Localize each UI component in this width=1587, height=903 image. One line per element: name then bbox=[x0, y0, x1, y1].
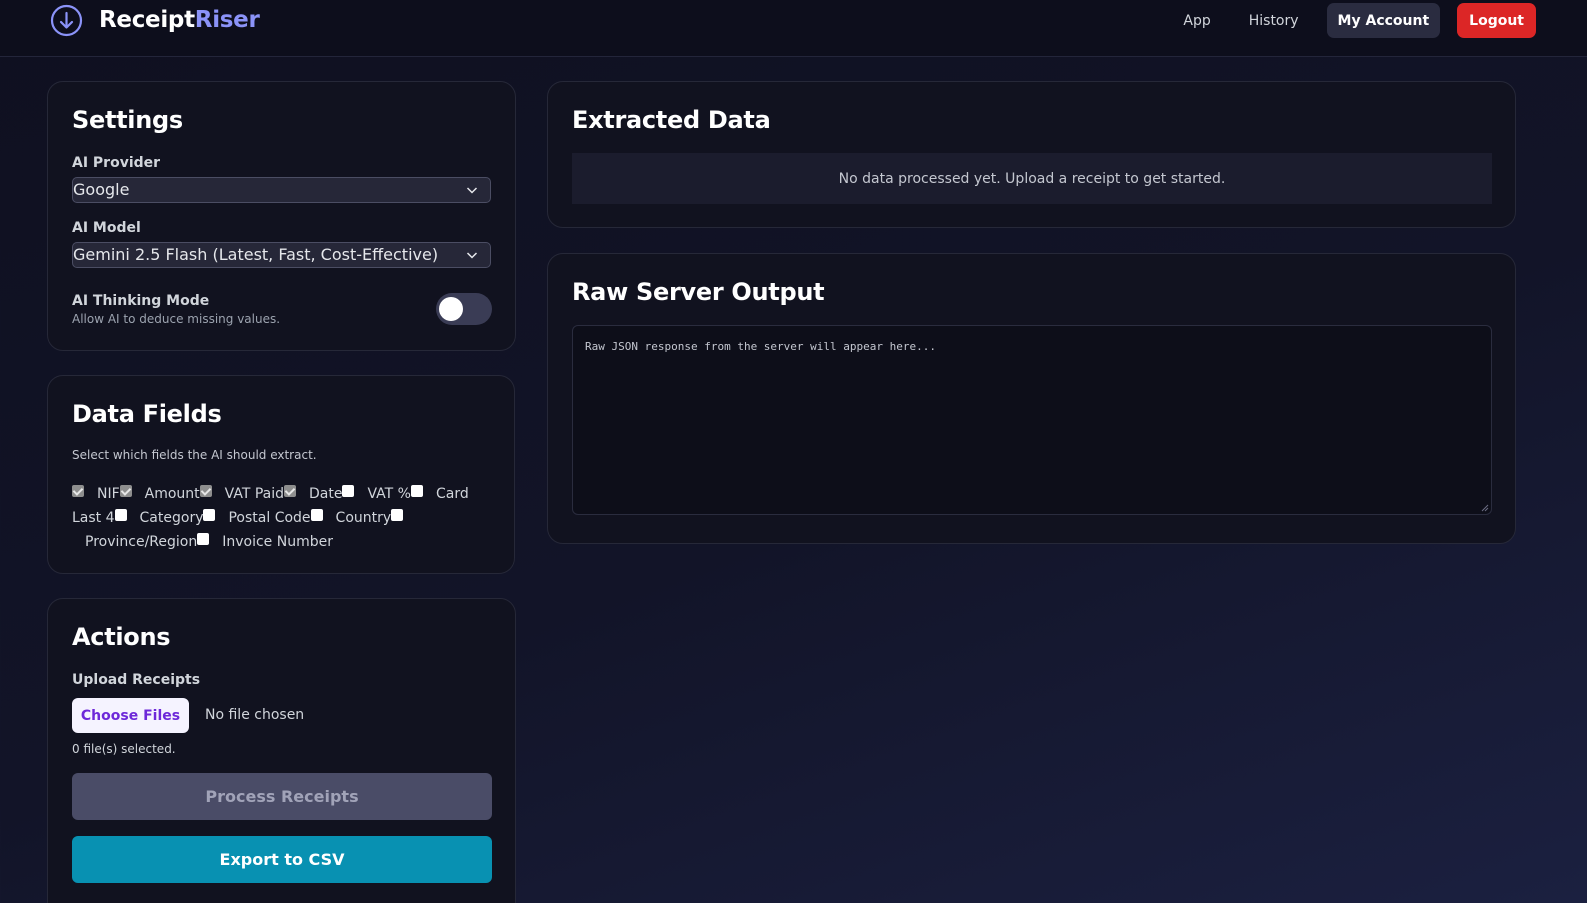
checkbox-vat-paid[interactable] bbox=[199, 485, 212, 497]
checkbox-vat-percent[interactable] bbox=[342, 485, 355, 497]
field-label: VAT Paid bbox=[224, 486, 285, 502]
field-label: Amount bbox=[144, 486, 200, 502]
thinking-mode-label: AI Thinking Mode bbox=[72, 293, 210, 309]
field-label: Date bbox=[309, 486, 343, 502]
field-label: Invoice Number bbox=[222, 534, 333, 550]
nav-history-link[interactable]: History bbox=[1249, 13, 1299, 29]
resize-handle-icon[interactable] bbox=[1481, 504, 1489, 512]
raw-output-textarea[interactable]: Raw JSON response from the server will a… bbox=[572, 325, 1492, 515]
field-label: Postal Code bbox=[228, 510, 311, 526]
data-fields-title: Data Fields bbox=[72, 400, 222, 428]
no-file-text: No file chosen bbox=[205, 707, 305, 723]
extracted-empty-state: No data processed yet. Upload a receipt … bbox=[572, 153, 1492, 204]
chevron-down-icon bbox=[466, 252, 478, 259]
field-label: Country bbox=[335, 510, 392, 526]
field-checkbox-list: NIF Amount VAT Paid Date VAT % Card Last 4 Cat… bbox=[72, 482, 472, 554]
nav-links: App History My Account Logout bbox=[1183, 3, 1536, 38]
field-label: Province/Region bbox=[85, 534, 198, 550]
choose-files-button[interactable]: Choose Files bbox=[72, 698, 189, 733]
ai-model-value: Gemini 2.5 Flash (Latest, Fast, Cost-Eff… bbox=[73, 245, 439, 264]
export-csv-button[interactable]: Export to CSV bbox=[72, 836, 492, 883]
chevron-down-icon bbox=[466, 187, 478, 194]
settings-title: Settings bbox=[72, 106, 183, 134]
raw-output-placeholder: Raw JSON response from the server will a… bbox=[585, 340, 936, 353]
settings-card: Settings AI Provider Google AI Model Gem… bbox=[47, 81, 516, 351]
checkbox-date[interactable] bbox=[284, 485, 297, 497]
toggle-knob bbox=[439, 297, 463, 321]
ai-provider-value: Google bbox=[73, 180, 130, 199]
data-fields-hint: Select which fields the AI should extrac… bbox=[72, 448, 317, 462]
checkbox-amount[interactable] bbox=[119, 485, 132, 497]
field-label: Category bbox=[139, 510, 204, 526]
my-account-button[interactable]: My Account bbox=[1326, 3, 1441, 38]
thinking-mode-toggle[interactable] bbox=[436, 293, 492, 325]
actions-card: Actions Upload Receipts Choose Files No … bbox=[47, 598, 516, 903]
top-nav-bar: ReceiptRiser App History My Account Logo… bbox=[0, 0, 1587, 57]
field-label: NIF bbox=[97, 486, 120, 502]
checkbox-province-region[interactable] bbox=[391, 509, 404, 521]
checkbox-card-last4[interactable] bbox=[410, 485, 423, 497]
ai-model-select[interactable]: Gemini 2.5 Flash (Latest, Fast, Cost-Eff… bbox=[72, 242, 491, 268]
ai-provider-label: AI Provider bbox=[72, 155, 161, 171]
checkbox-invoice-number[interactable] bbox=[197, 533, 210, 545]
upload-receipts-label: Upload Receipts bbox=[72, 672, 201, 688]
files-selected-count: 0 file(s) selected. bbox=[72, 742, 176, 756]
field-label: VAT % bbox=[367, 486, 411, 502]
brand-name: ReceiptRiser bbox=[99, 7, 260, 33]
checkbox-postal-code[interactable] bbox=[203, 509, 216, 521]
checkbox-category[interactable] bbox=[114, 509, 127, 521]
actions-title: Actions bbox=[72, 623, 171, 651]
download-circle-icon bbox=[50, 4, 83, 36]
nav-app-link[interactable]: App bbox=[1183, 13, 1210, 29]
data-fields-card: Data Fields Select which fields the AI s… bbox=[47, 375, 515, 574]
brand-name-part2: Riser bbox=[194, 7, 260, 33]
checkbox-country[interactable] bbox=[310, 509, 323, 521]
process-receipts-button[interactable]: Process Receipts bbox=[72, 773, 492, 820]
ai-model-label: AI Model bbox=[72, 220, 141, 236]
raw-output-card: Raw Server Output Raw JSON response from… bbox=[547, 253, 1516, 544]
raw-output-title: Raw Server Output bbox=[572, 278, 825, 306]
brand-logo[interactable]: ReceiptRiser bbox=[50, 3, 260, 37]
brand-name-part1: Receipt bbox=[99, 7, 195, 33]
extracted-data-title: Extracted Data bbox=[572, 106, 771, 134]
ai-provider-select[interactable]: Google bbox=[72, 177, 491, 203]
logout-button[interactable]: Logout bbox=[1457, 3, 1536, 38]
extracted-data-card: Extracted Data No data processed yet. Up… bbox=[547, 81, 1516, 228]
thinking-mode-hint: Allow AI to deduce missing values. bbox=[72, 312, 281, 326]
checkbox-nif[interactable] bbox=[72, 485, 84, 497]
